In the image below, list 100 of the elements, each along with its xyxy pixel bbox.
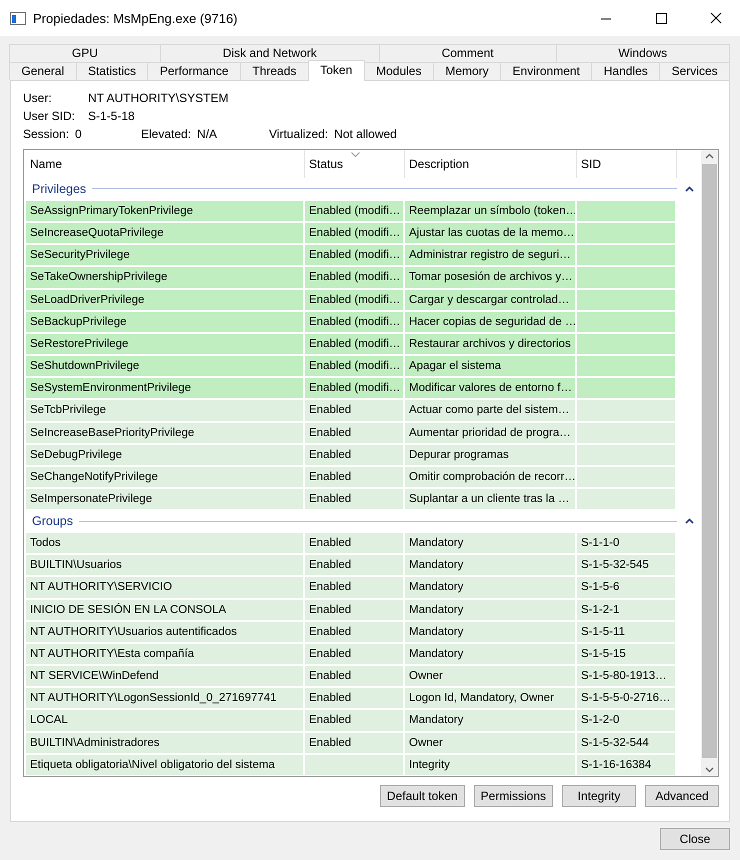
tab[interactable]: GPU: [9, 44, 161, 62]
table-cell: Mandatory: [405, 644, 575, 664]
action-button[interactable]: Default token: [380, 785, 465, 807]
table-cell: SeShutdownPrivilege: [26, 356, 303, 376]
table-cell: SeDebugPrivilege: [26, 444, 303, 465]
table-cell: NT AUTHORITY\Esta compañía: [26, 644, 303, 664]
table-cell: Enabled: [305, 710, 403, 730]
table-cell: S-1-5-32-545: [577, 555, 675, 576]
table-cell: Restaurar archivos y directorios: [405, 334, 575, 354]
table-cell: BUILTIN\Administradores: [26, 732, 303, 753]
table-cell: Owner: [405, 666, 575, 686]
column-header[interactable]: Status: [305, 150, 405, 178]
table-cell: Tomar posesión de archivos y…: [405, 267, 575, 288]
table-cell: Aumentar prioridad de progra…: [405, 422, 575, 443]
table-cell: Enabled (modifi…: [305, 334, 403, 354]
table-cell: Enabled: [305, 622, 403, 642]
info-value: Not allowed: [334, 127, 397, 141]
table-cell: NT AUTHORITY\SERVICIO: [26, 577, 303, 598]
close-button[interactable]: Close: [660, 828, 730, 850]
table-cell: S-1-2-1: [577, 600, 675, 620]
table-cell: SeSystemEnvironmentPrivilege: [26, 378, 303, 398]
collapse-icon[interactable]: [684, 186, 694, 192]
table-cell: Enabled: [305, 400, 403, 420]
table-cell: S-1-5-32-544: [577, 732, 675, 753]
tab[interactable]: Memory: [432, 62, 502, 80]
table-cell: Enabled: [305, 577, 403, 598]
tab[interactable]: Token: [308, 60, 365, 81]
table-cell: INICIO DE SESIÓN EN LA CONSOLA: [26, 600, 303, 620]
table-cell: SeImpersonatePrivilege: [26, 488, 303, 510]
table-cell: Enabled: [305, 533, 403, 554]
table-cell: Enabled: [305, 644, 403, 664]
table-cell: Enabled: [305, 732, 403, 753]
table-cell: SeSecurityPrivilege: [26, 245, 303, 266]
table-cell: S-1-5-80-1913…: [577, 666, 675, 686]
info-value: NT AUTHORITY\SYSTEM: [88, 91, 228, 105]
table-cell: Enabled (modifi…: [305, 200, 403, 222]
table-cell: Enabled (modifi…: [305, 356, 403, 376]
table-cell: SeIncreaseQuotaPrivilege: [26, 223, 303, 244]
table-cell: SeBackupPrivilege: [26, 312, 303, 332]
table-cell: S-1-5-5-0-2716…: [577, 688, 675, 708]
column-header[interactable]: SID: [577, 150, 677, 178]
table-cell: Enabled (modifi…: [305, 267, 403, 288]
table-cell: Enabled: [305, 422, 403, 443]
table-cell: Owner: [405, 732, 575, 753]
sort-icon: [351, 152, 360, 157]
column-header[interactable]: Description: [405, 150, 577, 178]
table-cell: NT AUTHORITY\LogonSessionId_0_271697741: [26, 688, 303, 708]
tab[interactable]: Services: [659, 62, 730, 80]
table-cell: SeAssignPrimaryTokenPrivilege: [26, 200, 303, 222]
table-cell: Todos: [26, 533, 303, 554]
info-label: User SID:: [23, 109, 76, 123]
info-label: Elevated:: [141, 127, 192, 141]
table-cell: Mandatory: [405, 577, 575, 598]
table-cell: Logon Id, Mandatory, Owner: [405, 688, 575, 708]
table-cell: Cargar y descargar controlad…: [405, 290, 575, 310]
table-cell: Ajustar las cuotas de la memo…: [405, 223, 575, 244]
action-button[interactable]: Integrity: [562, 785, 636, 807]
table-cell: Mandatory: [405, 533, 575, 554]
info-value: 0: [75, 127, 82, 141]
table-cell: NT SERVICE\WinDefend: [26, 666, 303, 686]
info-label: Virtualized:: [269, 127, 328, 141]
table-cell: Enabled (modifi…: [305, 290, 403, 310]
table-cell: Mandatory: [405, 600, 575, 620]
action-button[interactable]: Advanced: [645, 785, 719, 807]
table-cell: Enabled (modifi…: [305, 312, 403, 332]
window-title: Propiedades: MsMpEng.exe (9716): [33, 10, 239, 26]
group-title[interactable]: Groups: [26, 514, 73, 528]
table-cell: S-1-2-0: [577, 710, 675, 730]
table-cell: S-1-1-0: [577, 533, 675, 554]
table-cell: SeRestorePrivilege: [26, 334, 303, 354]
table-cell: Depurar programas: [405, 444, 575, 465]
table-cell: Apagar el sistema: [405, 356, 575, 376]
table-cell: LOCAL: [26, 710, 303, 730]
table-cell: Mandatory: [405, 555, 575, 576]
table-cell: Enabled (modifi…: [305, 378, 403, 398]
table-cell: Suplantar a un cliente tras la …: [405, 488, 575, 510]
column-header[interactable]: Name: [26, 150, 305, 178]
app-icon: [10, 12, 26, 24]
tab[interactable]: Windows: [556, 44, 730, 62]
collapse-icon[interactable]: [684, 518, 694, 524]
maximize-icon: [656, 12, 666, 24]
table-cell: SeIncreaseBasePriorityPrivilege: [26, 422, 303, 443]
table-cell: Enabled: [305, 600, 403, 620]
tab[interactable]: General: [9, 62, 77, 80]
close-icon: [710, 12, 722, 24]
table-cell: Enabled: [305, 466, 403, 487]
table-cell: Actuar como parte del sistem…: [405, 400, 575, 420]
info-label: Session:: [23, 127, 70, 141]
action-button[interactable]: Permissions: [474, 785, 553, 807]
table-cell: Mandatory: [405, 622, 575, 642]
scrollbar[interactable]: [701, 150, 718, 776]
info-value: N/A: [197, 127, 218, 141]
group-title[interactable]: Privileges: [26, 182, 86, 196]
table-cell: Enabled: [305, 666, 403, 686]
table-cell: Etiqueta obligatoria\Nivel obligatorio del sistema: [26, 754, 303, 775]
table-cell: NT AUTHORITY\Usuarios autentificados: [26, 622, 303, 642]
table-cell: S-1-5-6: [577, 577, 675, 598]
table-cell: Enabled: [305, 444, 403, 465]
table-cell: Mandatory: [405, 710, 575, 730]
table-cell: SeLoadDriverPrivilege: [26, 290, 303, 310]
